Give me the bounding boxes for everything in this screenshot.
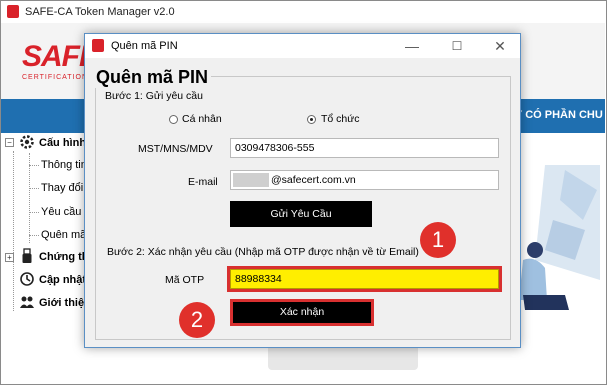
send-request-button[interactable]: Gửi Yêu Cầu: [230, 201, 372, 227]
update-icon: [20, 272, 34, 286]
dialog-titlebar: Quên mã PIN — ☐ ✕: [85, 34, 520, 58]
tree-branch: [29, 235, 39, 236]
sidebar-item-certificate[interactable]: Chứng th: [39, 251, 89, 263]
main-titlebar: SAFE-CA Token Manager v2.0: [1, 1, 605, 23]
radio-organization[interactable]: [307, 115, 316, 124]
company-name-banner: Y CÓ PHẦN CHU: [515, 109, 603, 121]
mst-label: MST/MNS/MDV: [138, 143, 213, 155]
main-window-title: SAFE-CA Token Manager v2.0: [25, 6, 175, 18]
dialog-title: Quên mã PIN: [111, 40, 178, 52]
dialog-heading: Quên mã PIN: [93, 67, 212, 88]
sidebar-item-update[interactable]: Cập nhật: [39, 274, 86, 286]
people-icon: [20, 296, 34, 308]
step-badge-2: 2: [179, 302, 215, 338]
sidebar-item-config[interactable]: Cấu hình: [39, 137, 86, 149]
confirm-button[interactable]: Xác nhận: [230, 299, 374, 326]
tree-collapse-toggle[interactable]: −: [5, 138, 14, 147]
step-badge-1: 1: [420, 222, 456, 258]
dialog-app-icon: [92, 39, 104, 52]
tree-connector: [13, 151, 14, 311]
gear-icon: [20, 135, 34, 149]
sidebar-tree: − Cấu hình Thông tin P Thay đổi m Yêu cầ…: [1, 133, 100, 383]
app-icon: [7, 5, 19, 18]
otp-label: Mã OTP: [165, 274, 205, 286]
minimize-button[interactable]: —: [397, 34, 427, 58]
logo-subtitle: CERTIFICATION: [22, 74, 89, 81]
radio-personal[interactable]: [169, 115, 178, 124]
forgot-pin-dialog: Quên mã PIN — ☐ ✕ Quên mã PIN Bước 1: Gử…: [84, 33, 521, 348]
tree-connector: [29, 153, 30, 243]
otp-field[interactable]: 88988334: [227, 266, 502, 292]
email-value: @safecert.com.vn: [271, 174, 356, 186]
usb-token-icon: [22, 248, 32, 263]
email-label: E-mail: [188, 176, 218, 188]
step2-label: Bước 2: Xác nhận yêu cầu (Nhập mã OTP đư…: [107, 246, 419, 258]
maximize-button[interactable]: ☐: [442, 34, 472, 58]
tree-expand-toggle[interactable]: +: [5, 253, 14, 262]
tree-branch: [29, 188, 39, 189]
close-button[interactable]: ✕: [485, 34, 515, 58]
tree-branch: [29, 165, 39, 166]
email-field[interactable]: @safecert.com.vn: [230, 170, 499, 190]
radio-personal-label[interactable]: Cá nhân: [182, 113, 222, 125]
step1-label: Bước 1: Gửi yêu cầu: [105, 90, 203, 102]
mst-field[interactable]: 0309478306-555: [230, 138, 499, 158]
tree-branch: [29, 212, 39, 213]
redacted-block: [233, 173, 269, 187]
radio-organization-label[interactable]: Tổ chức: [321, 113, 360, 125]
